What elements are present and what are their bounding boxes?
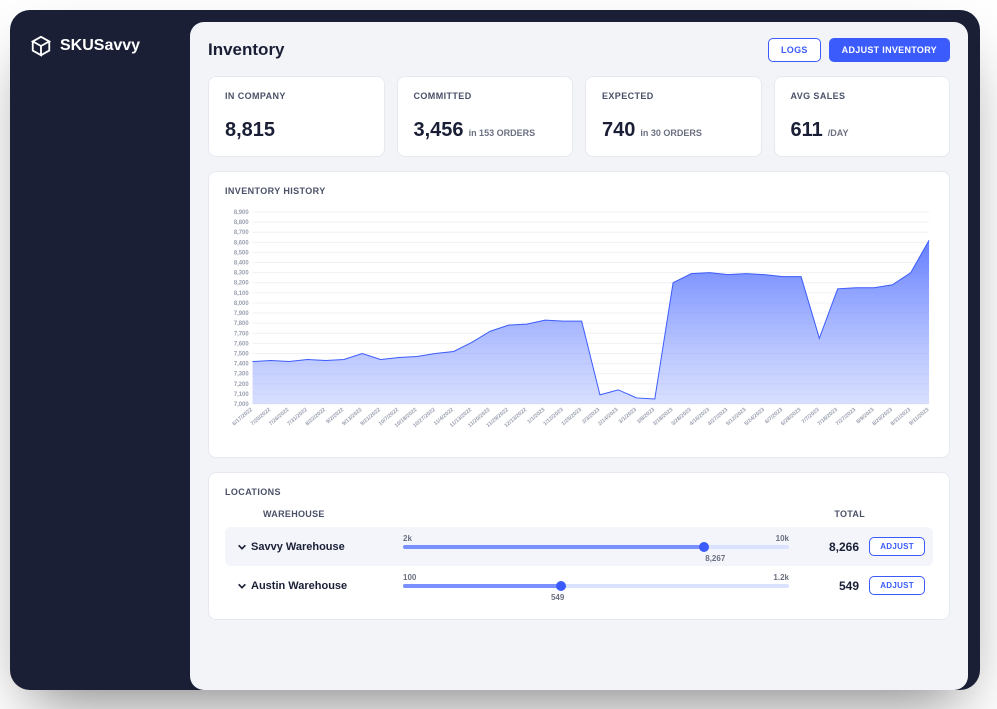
- chevron-down-icon: [237, 542, 247, 552]
- warehouse-name: Savvy Warehouse: [251, 541, 383, 553]
- col-warehouse: WAREHOUSE: [233, 509, 383, 519]
- svg-text:8,100: 8,100: [234, 291, 249, 297]
- svg-text:8,700: 8,700: [234, 230, 249, 236]
- expand-toggle[interactable]: [233, 581, 251, 591]
- app-shell: SKUSavvy Inventory LOGS ADJUST INVENTORY…: [10, 10, 980, 690]
- stat-value: 740: [602, 119, 635, 142]
- stat-avg-sales: AVG SALES 611 /DAY: [774, 76, 951, 157]
- inventory-slider[interactable]: 100 1.2k 549: [383, 584, 809, 588]
- history-chart: 7,000 7,100 7,200 7,300 7,400 7,500 7,600 7,700…: [225, 208, 933, 438]
- warehouse-total: 8,266: [809, 540, 869, 554]
- expand-toggle[interactable]: [233, 542, 251, 552]
- cube-icon: [30, 35, 52, 57]
- svg-text:2/14/2023: 2/14/2023: [597, 407, 619, 427]
- svg-text:8,300: 8,300: [234, 271, 249, 277]
- svg-text:7,500: 7,500: [234, 351, 249, 357]
- stat-committed: COMMITTED 3,456 in 153 ORDERS: [397, 76, 574, 157]
- svg-text:6/28/2023: 6/28/2023: [780, 407, 802, 427]
- svg-text:8,600: 8,600: [234, 240, 249, 246]
- slider-min: 2k: [403, 534, 412, 543]
- svg-text:8,900: 8,900: [234, 210, 249, 216]
- svg-text:9/11/2023: 9/11/2023: [908, 407, 930, 427]
- svg-text:8,400: 8,400: [234, 260, 249, 266]
- inventory-slider[interactable]: 2k 10k 8,267: [383, 545, 809, 549]
- stat-value: 8,815: [225, 119, 275, 142]
- stat-label: EXPECTED: [602, 91, 745, 101]
- svg-text:8/22/2022: 8/22/2022: [305, 407, 327, 427]
- history-title: INVENTORY HISTORY: [225, 186, 933, 196]
- slider-value: 8,267: [705, 554, 725, 563]
- svg-text:7,100: 7,100: [234, 392, 249, 398]
- adjust-inventory-button[interactable]: ADJUST INVENTORY: [829, 38, 950, 62]
- slider-min: 100: [403, 573, 416, 582]
- stat-cards: IN COMPANY 8,815 COMMITTED 3,456 in 153 …: [208, 76, 950, 157]
- svg-text:7/27/2023: 7/27/2023: [835, 407, 857, 427]
- locations-card: LOCATIONS WAREHOUSE TOTAL Savvy Warehous…: [208, 472, 950, 620]
- stat-sub: in 153 ORDERS: [469, 128, 536, 138]
- main-panel: Inventory LOGS ADJUST INVENTORY IN COMPA…: [190, 22, 968, 690]
- svg-text:8,500: 8,500: [234, 250, 249, 256]
- stat-label: COMMITTED: [414, 91, 557, 101]
- stat-value: 611: [791, 119, 823, 142]
- stat-expected: EXPECTED 740 in 30 ORDERS: [585, 76, 762, 157]
- svg-text:7,900: 7,900: [234, 311, 249, 317]
- sidebar: SKUSavvy: [10, 10, 190, 690]
- location-row: Savvy Warehouse 2k 10k 8,267 8,266 ADJUS…: [225, 527, 933, 566]
- stat-label: AVG SALES: [791, 91, 934, 101]
- stat-value: 3,456: [414, 119, 464, 142]
- locations-table-header: WAREHOUSE TOTAL: [225, 509, 933, 527]
- header-actions: LOGS ADJUST INVENTORY: [768, 38, 950, 62]
- chevron-down-icon: [237, 581, 247, 591]
- stat-sub: /DAY: [828, 128, 849, 138]
- warehouse-name: Austin Warehouse: [251, 580, 383, 592]
- svg-text:3/1/2023: 3/1/2023: [618, 407, 638, 425]
- page-header: Inventory LOGS ADJUST INVENTORY: [208, 38, 950, 62]
- history-card: INVENTORY HISTORY 7,0007,1007,2007,3007,…: [208, 171, 950, 458]
- svg-text:8,000: 8,000: [234, 301, 249, 307]
- svg-text:8,200: 8,200: [234, 281, 249, 287]
- svg-text:1/25/2023: 1/25/2023: [561, 407, 583, 427]
- svg-text:5/24/2023: 5/24/2023: [744, 407, 766, 427]
- col-total: TOTAL: [809, 509, 869, 519]
- slider-max: 10k: [776, 534, 789, 543]
- stat-label: IN COMPANY: [225, 91, 368, 101]
- svg-text:8,800: 8,800: [234, 220, 249, 226]
- svg-text:7,300: 7,300: [234, 372, 249, 378]
- brand-text: SKUSavvy: [60, 37, 140, 55]
- page-title: Inventory: [208, 40, 285, 60]
- logs-button[interactable]: LOGS: [768, 38, 821, 62]
- svg-text:7,400: 7,400: [234, 362, 249, 368]
- locations-title: LOCATIONS: [225, 487, 933, 497]
- adjust-button[interactable]: ADJUST: [869, 537, 925, 556]
- svg-text:7,800: 7,800: [234, 321, 249, 327]
- brand-logo: SKUSavvy: [30, 35, 170, 57]
- stat-sub: in 30 ORDERS: [640, 128, 702, 138]
- stat-in-company: IN COMPANY 8,815: [208, 76, 385, 157]
- location-row: Austin Warehouse 100 1.2k 549 549 ADJUST: [225, 566, 933, 605]
- slider-value: 549: [551, 593, 564, 602]
- slider-max: 1.2k: [773, 573, 789, 582]
- svg-text:7,000: 7,000: [234, 402, 249, 408]
- svg-text:7,700: 7,700: [234, 331, 249, 337]
- warehouse-total: 549: [809, 579, 869, 593]
- svg-text:7,200: 7,200: [234, 382, 249, 388]
- svg-text:7,600: 7,600: [234, 341, 249, 347]
- adjust-button[interactable]: ADJUST: [869, 576, 925, 595]
